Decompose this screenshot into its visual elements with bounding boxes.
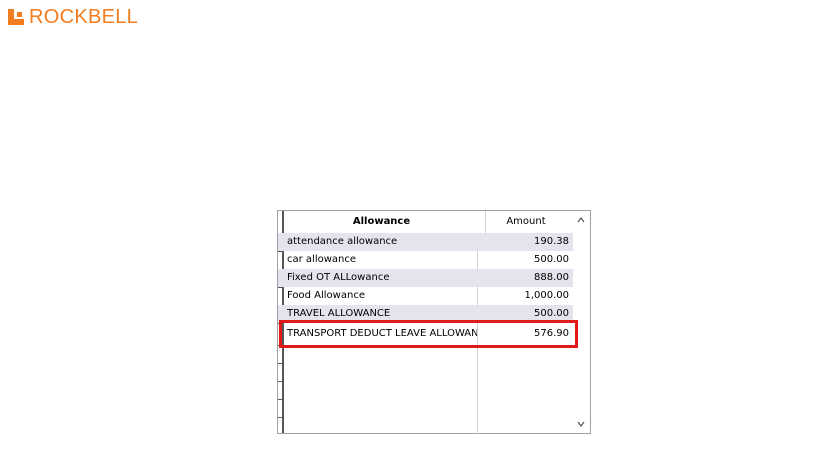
column-header-allowance[interactable]: Allowance (286, 211, 477, 233)
allowance-cell[interactable]: TRANSPORT DEDUCT LEAVE ALLOWANCE (287, 323, 477, 345)
amount-cell[interactable]: 190.38 (478, 233, 569, 251)
amount-cell[interactable]: 1,000.00 (478, 287, 569, 305)
brand-name: ROCKBELL (29, 6, 139, 28)
table-row[interactable]: Fixed OT ALLowance 888.00 (278, 269, 574, 287)
allowance-grid[interactable]: Allowance Amount attendance allowance 19… (277, 210, 591, 434)
allowance-cell[interactable]: car allowance (287, 251, 477, 269)
table-row[interactable]: TRANSPORT DEDUCT LEAVE ALLOWANCE 576.90 (278, 323, 574, 345)
chevron-down-icon[interactable] (576, 419, 586, 429)
amount-cell[interactable]: 576.90 (478, 323, 569, 345)
rockbell-logo-mark-icon (8, 9, 24, 25)
allowance-cell[interactable]: TRAVEL ALLOWANCE (287, 305, 477, 323)
allowance-cell[interactable]: Fixed OT ALLowance (287, 269, 477, 287)
vertical-scrollbar[interactable] (573, 211, 590, 433)
amount-cell[interactable]: 888.00 (478, 269, 569, 287)
table-row[interactable]: car allowance 500.00 (278, 251, 574, 269)
column-header-amount[interactable]: Amount (478, 211, 574, 233)
grid-header: Allowance Amount (286, 211, 574, 233)
table-row[interactable]: TRAVEL ALLOWANCE 500.00 (278, 305, 574, 323)
amount-cell[interactable]: 500.00 (478, 251, 569, 269)
table-row[interactable]: attendance allowance 190.38 (278, 233, 574, 251)
table-row[interactable]: Food Allowance 1,000.00 (278, 287, 574, 305)
allowance-cell[interactable]: attendance allowance (287, 233, 477, 251)
amount-cell[interactable]: 500.00 (478, 305, 569, 323)
chevron-up-icon[interactable] (576, 215, 586, 225)
rockbell-logo: ROCKBELL (8, 5, 138, 29)
allowance-cell[interactable]: Food Allowance (287, 287, 477, 305)
